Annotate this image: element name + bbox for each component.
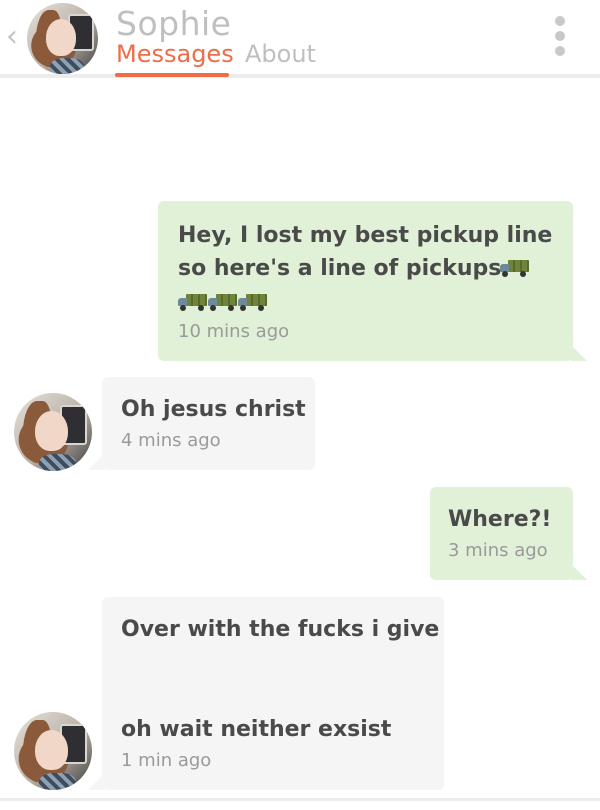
pickup-truck-emoji-icon [208, 293, 238, 312]
received-message-bubble[interactable]: Oh jesus christ 4 mins ago [88, 377, 315, 470]
message-text-line: Hey, I lost my best pickup line [178, 223, 553, 248]
message-text-line: so here's a line of pickups. [178, 256, 510, 281]
message-text-line: Over with the fucks i give [121, 617, 440, 642]
pickup-truck-emoji-icon [500, 259, 530, 278]
pickup-truck-emoji-icon [238, 293, 268, 312]
conversation-header: ‹ Sophie Messages About [0, 0, 600, 78]
sent-message-bubble[interactable]: Where?! 3 mins ago [430, 487, 587, 580]
sender-avatar[interactable] [14, 393, 92, 471]
message-timestamp: 1 min ago [121, 750, 212, 771]
header-divider [0, 74, 600, 78]
bottom-divider [0, 798, 600, 801]
tab-about[interactable]: About [245, 40, 316, 68]
sender-avatar[interactable] [14, 712, 92, 790]
message-text-line: oh wait neither exsist [121, 717, 392, 742]
sent-message-bubble[interactable]: Hey, I lost my best pickup line so here'… [158, 201, 587, 361]
message-timestamp: 4 mins ago [121, 430, 221, 451]
message-text-line: Oh jesus christ [121, 397, 306, 422]
more-vertical-icon[interactable] [553, 16, 567, 56]
contact-name: Sophie [116, 4, 232, 43]
contact-avatar[interactable] [27, 3, 98, 74]
message-timestamp: 3 mins ago [448, 540, 548, 561]
message-timestamp: 10 mins ago [178, 321, 290, 342]
back-chevron-icon[interactable]: ‹ [6, 22, 18, 52]
active-tab-indicator [115, 73, 229, 77]
message-text-line: Where?! [448, 507, 552, 532]
received-message-bubble[interactable]: Over with the fucks i give oh wait neith… [88, 597, 444, 790]
tab-messages[interactable]: Messages [116, 40, 234, 68]
pickup-truck-emoji-icon [178, 293, 208, 312]
